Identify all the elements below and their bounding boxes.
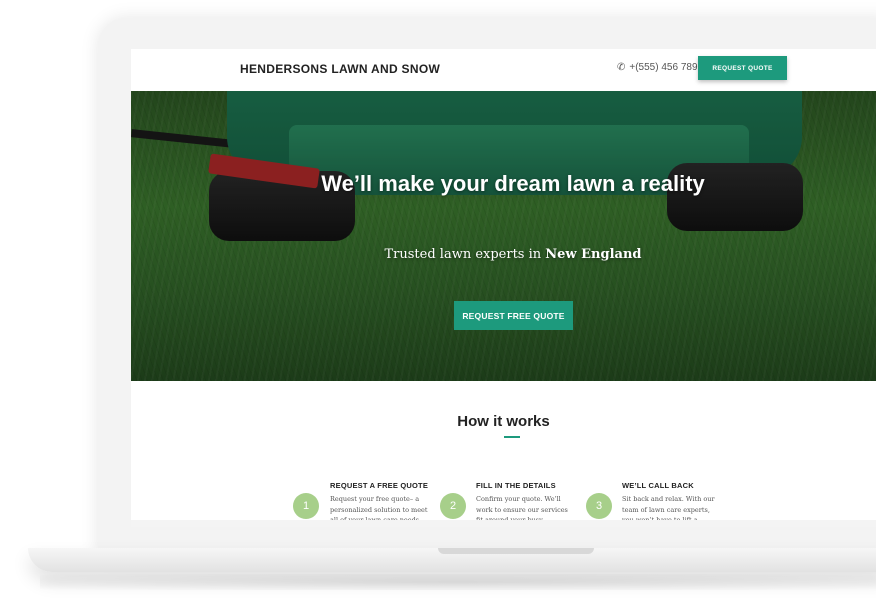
screen-bottom-edge [131,520,876,527]
hero-headline: We’ll make your dream lawn a reality [321,171,705,196]
top-navigation: HENDERSONS LAWN AND SNOW ✆ +(555) 456 78… [131,49,876,91]
step-3-title: WE’LL CALL BACK [622,481,694,490]
step-2-number: 2 [440,493,466,519]
phone-contact[interactable]: ✆ +(555) 456 789 [617,62,698,73]
phone-icon: ✆ [617,62,626,73]
request-free-quote-button[interactable]: REQUEST FREE QUOTE [454,301,573,330]
laptop-notch [438,548,594,554]
request-quote-button[interactable]: REQUEST QUOTE [698,56,787,80]
hero-overlay [131,91,876,381]
step-1-title: REQUEST A FREE QUOTE [330,481,429,490]
step-3-number: 3 [586,493,612,519]
hero-subtitle: Trusted lawn experts in New England [303,247,723,262]
how-it-works-title: How it works [457,413,550,430]
step-2-title: FILL IN THE DETAILS [476,481,556,490]
hero-subtitle-text: Trusted lawn experts in [384,247,542,262]
phone-number: +(555) 456 789 [629,62,698,73]
hero-section: We’ll make your dream lawn a reality Tru… [131,91,876,381]
laptop-shadow [40,574,876,590]
hero-subtitle-highlight: New England [545,247,642,262]
title-underline [504,436,520,438]
website-screen: HENDERSONS LAWN AND SNOW ✆ +(555) 456 78… [131,49,876,527]
brand-logo[interactable]: HENDERSONS LAWN AND SNOW [240,62,440,76]
step-1-number: 1 [293,493,319,519]
